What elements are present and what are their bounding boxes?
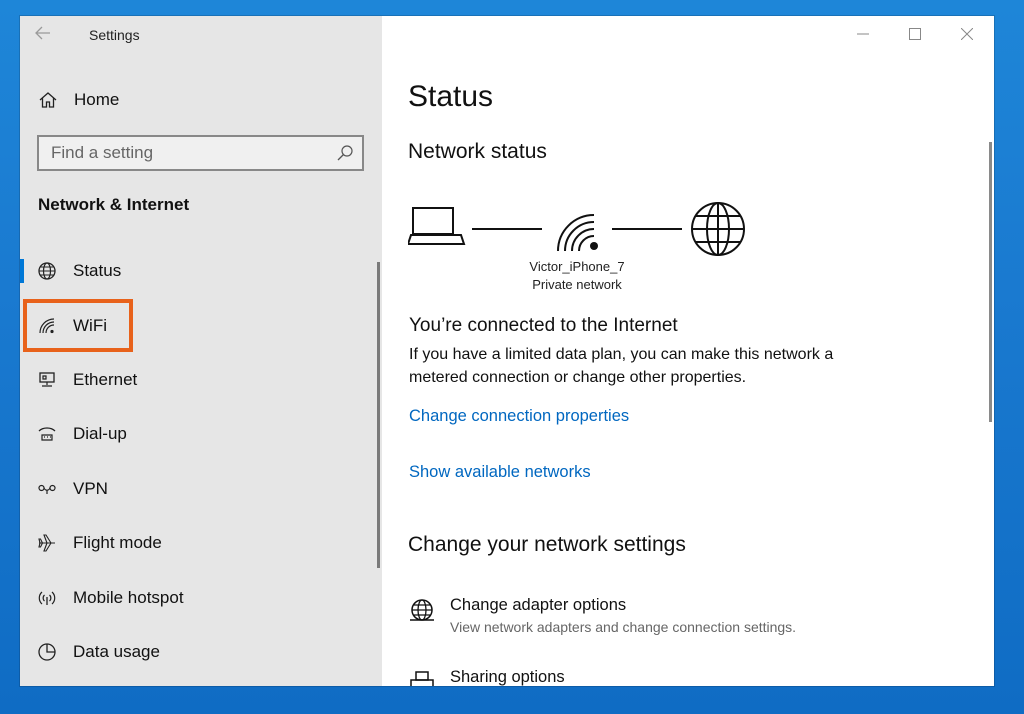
minimize-button[interactable] [838,16,890,54]
sidebar-item-label: Home [74,90,120,109]
sidebar-scrollbar[interactable] [377,262,380,568]
sidebar-item-label: VPN [73,479,108,498]
window-controls [838,16,994,54]
ethernet-icon [37,370,57,390]
minimize-icon [857,33,869,35]
option-title: Change adapter options [450,596,627,614]
page-title: Status [408,80,494,113]
maximize-button[interactable] [890,16,942,54]
sidebar-item-flight-mode[interactable]: Flight mode [20,521,382,565]
option-title: Sharing options [450,668,565,686]
data-usage-icon [37,642,57,662]
back-arrow-icon[interactable] [34,24,56,46]
content-scrollbar[interactable] [989,142,992,422]
sidebar-item-dialup[interactable]: Dial-up [20,412,382,456]
sidebar-item-vpn[interactable]: VPN [20,467,382,511]
sidebar-item-mobile-hotspot[interactable]: Mobile hotspot [20,576,382,620]
sidebar-item-home[interactable]: Home [20,78,382,122]
settings-window: Settings Home Network & Internet Status [20,16,994,686]
connection-status-description: If you have a limited data plan, you can… [409,346,834,386]
hotspot-icon [37,588,57,608]
option-subtitle: View network adapters and change connect… [450,619,797,635]
change-settings-heading: Change your network settings [408,533,686,556]
sharing-options[interactable]: Sharing options [408,668,968,686]
sidebar-item-label: Dial-up [73,424,127,443]
sidebar-item-ethernet[interactable]: Ethernet [20,358,382,402]
network-type: Private network [532,277,622,292]
sidebar-item-status[interactable]: Status [20,249,382,293]
title-bar: Settings [20,16,382,54]
show-available-networks-link[interactable]: Show available networks [409,463,591,482]
search-input[interactable] [51,143,321,163]
network-status-heading: Network status [408,140,547,163]
sidebar-item-data-usage[interactable]: Data usage [20,630,382,674]
globe-icon [37,261,57,281]
connection-status-title: You’re connected to the Internet [409,315,678,336]
sidebar: Settings Home Network & Internet Status [20,16,382,686]
home-icon [38,90,58,110]
wifi-signal-icon [557,214,598,252]
vpn-icon [37,479,57,499]
adapter-globe-icon [408,598,436,626]
wifi-highlight-box [23,299,133,352]
printer-icon [408,670,436,686]
sidebar-item-label: Flight mode [73,533,162,552]
maximize-icon [909,28,921,40]
sidebar-item-label: Status [73,261,122,280]
network-info: Victor_iPhone_7 Private network [512,258,642,294]
change-connection-properties-link[interactable]: Change connection properties [409,407,629,426]
change-adapter-options[interactable]: Change adapter options View network adap… [408,596,968,646]
airplane-icon [37,533,57,553]
laptop-icon [408,207,466,245]
sidebar-section-title: Network & Internet [38,195,190,214]
close-button[interactable] [942,16,994,54]
sidebar-item-label: Ethernet [73,370,138,389]
sidebar-item-label: Mobile hotspot [73,588,184,607]
search-icon[interactable] [336,144,354,162]
content-pane: Status Network status Victor_iPhone_7 Pr… [382,16,994,686]
app-title: Settings [89,27,140,43]
dialup-icon [37,424,57,444]
network-name: Victor_iPhone_7 [529,259,625,274]
internet-globe-icon [691,202,745,256]
search-box[interactable] [37,135,364,171]
close-icon [961,28,973,40]
sidebar-item-label: Data usage [73,642,160,661]
